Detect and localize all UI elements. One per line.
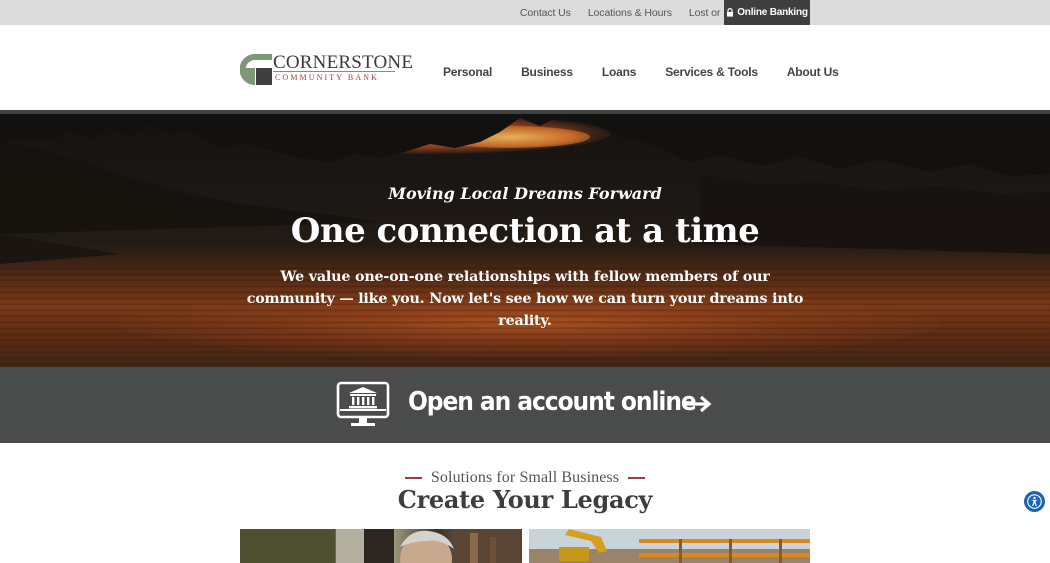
logo-divider	[273, 71, 395, 72]
locations-hours-link[interactable]: Locations & Hours	[579, 7, 680, 19]
logo-subtitle: COMMUNITY BANK	[275, 73, 379, 82]
nav-about-us[interactable]: About Us	[787, 65, 839, 79]
solutions-title: Create Your Legacy	[397, 485, 653, 514]
business-owner-illustration	[240, 529, 522, 563]
nav-loans[interactable]: Loans	[602, 65, 637, 79]
lock-icon	[727, 8, 734, 17]
online-banking-button[interactable]: Online Banking	[724, 0, 810, 25]
hero-body: We value one-on-one relationships with f…	[246, 269, 804, 329]
hero-banner: Moving Local Dreams Forward One connecti…	[0, 114, 1050, 367]
contact-us-link[interactable]: Contact Us	[511, 7, 579, 19]
accessibility-icon	[1027, 494, 1042, 509]
construction-illustration	[529, 529, 810, 563]
nav-business[interactable]: Business	[521, 65, 573, 79]
nav-personal[interactable]: Personal	[443, 65, 492, 79]
hero-title: One connection at a time	[290, 211, 760, 251]
logo-mark-icon	[240, 54, 272, 85]
bank-logo[interactable]: CORNERSTONE COMMUNITY BANK	[240, 52, 413, 86]
construction-site-photo[interactable]	[529, 529, 810, 563]
hero-kicker: Moving Local Dreams Forward	[388, 184, 662, 203]
kicker-dash-left	[404, 477, 422, 479]
site-header: CORNERSTONE COMMUNITY BANK Personal Busi…	[0, 25, 1050, 110]
open-account-cta[interactable]: Open an account online	[0, 367, 1050, 443]
nav-services-tools[interactable]: Services & Tools	[665, 65, 758, 79]
accessibility-button[interactable]	[1024, 491, 1045, 512]
main-nav: Personal Business Loans Services & Tools…	[443, 65, 839, 79]
bank-computer-icon	[336, 381, 390, 426]
open-account-label: Open an account online	[408, 387, 697, 417]
kicker-dash-right	[628, 477, 646, 479]
arrow-right-icon[interactable]	[682, 394, 712, 414]
business-owner-photo[interactable]	[240, 529, 522, 563]
utility-bar: Contact Us Locations & Hours Lost or Sto…	[0, 0, 1050, 25]
online-banking-label: Online Banking	[737, 7, 808, 18]
